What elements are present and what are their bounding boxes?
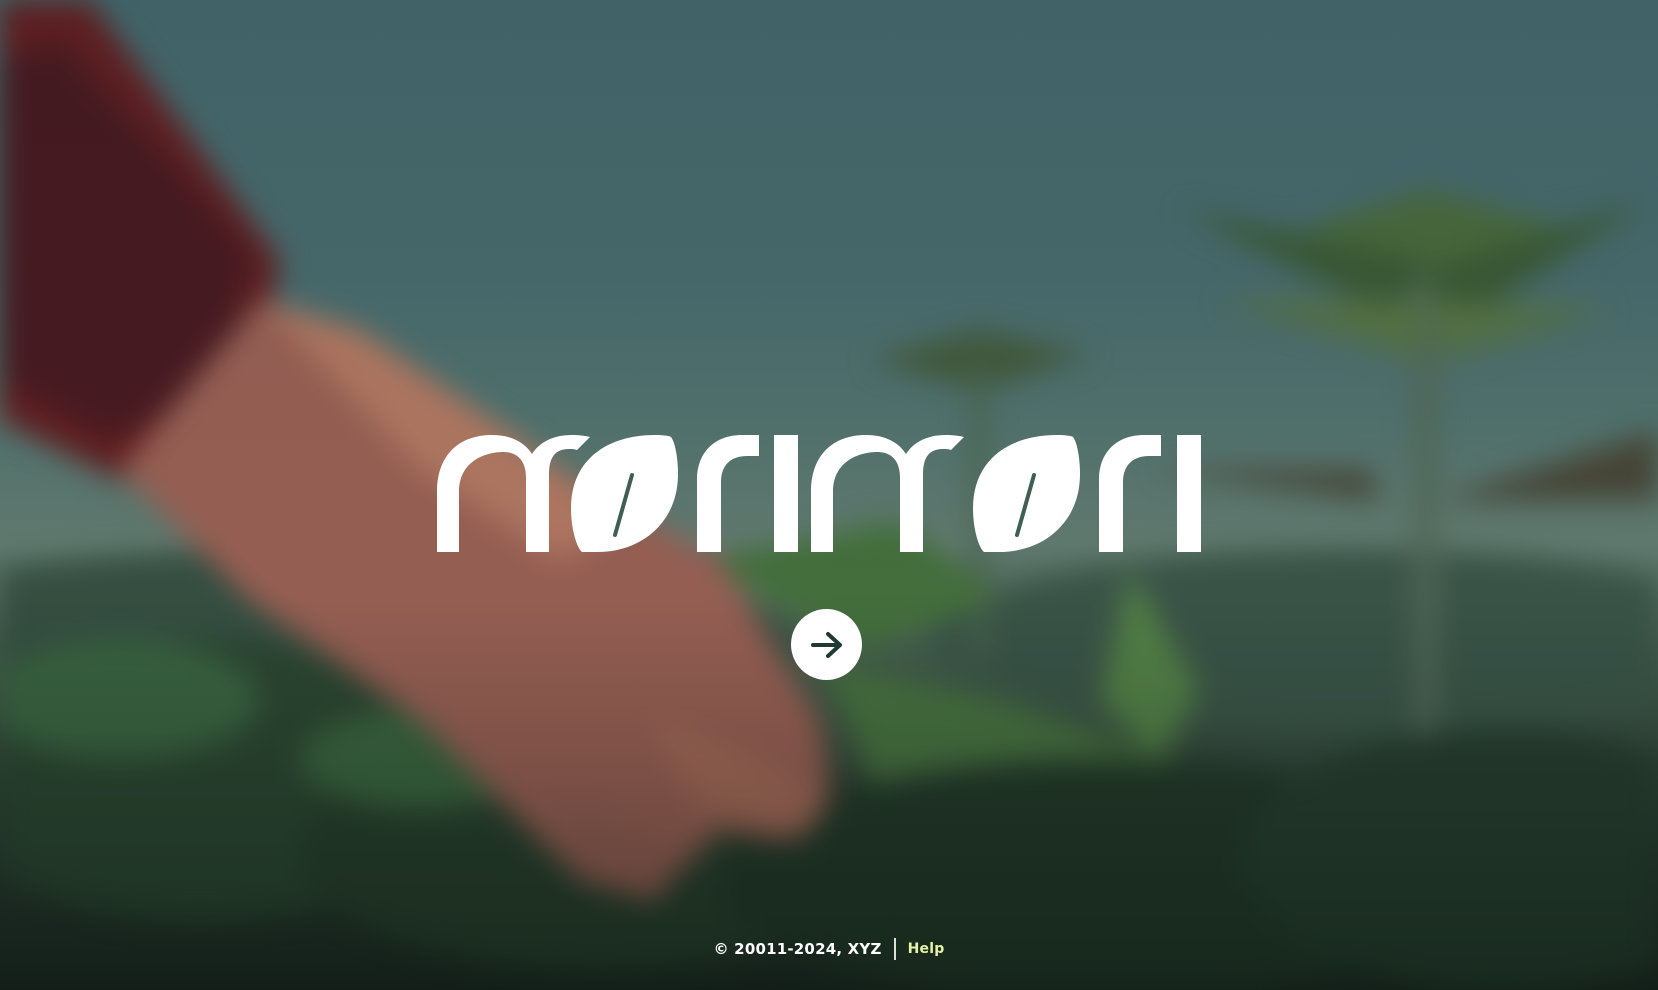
footer: © 20011-2024, XYZ Help [0,934,1658,964]
copyright-text: © 20011-2024, XYZ [713,940,882,958]
footer-divider [893,938,896,960]
help-link[interactable]: Help [908,941,945,957]
landing-page: © 20011-2024, XYZ Help [0,0,1658,990]
enter-button[interactable] [791,609,862,680]
morimori-logo-wordmark [437,435,1201,552]
brand-logo [437,430,1217,562]
arrow-right-icon [810,631,842,658]
